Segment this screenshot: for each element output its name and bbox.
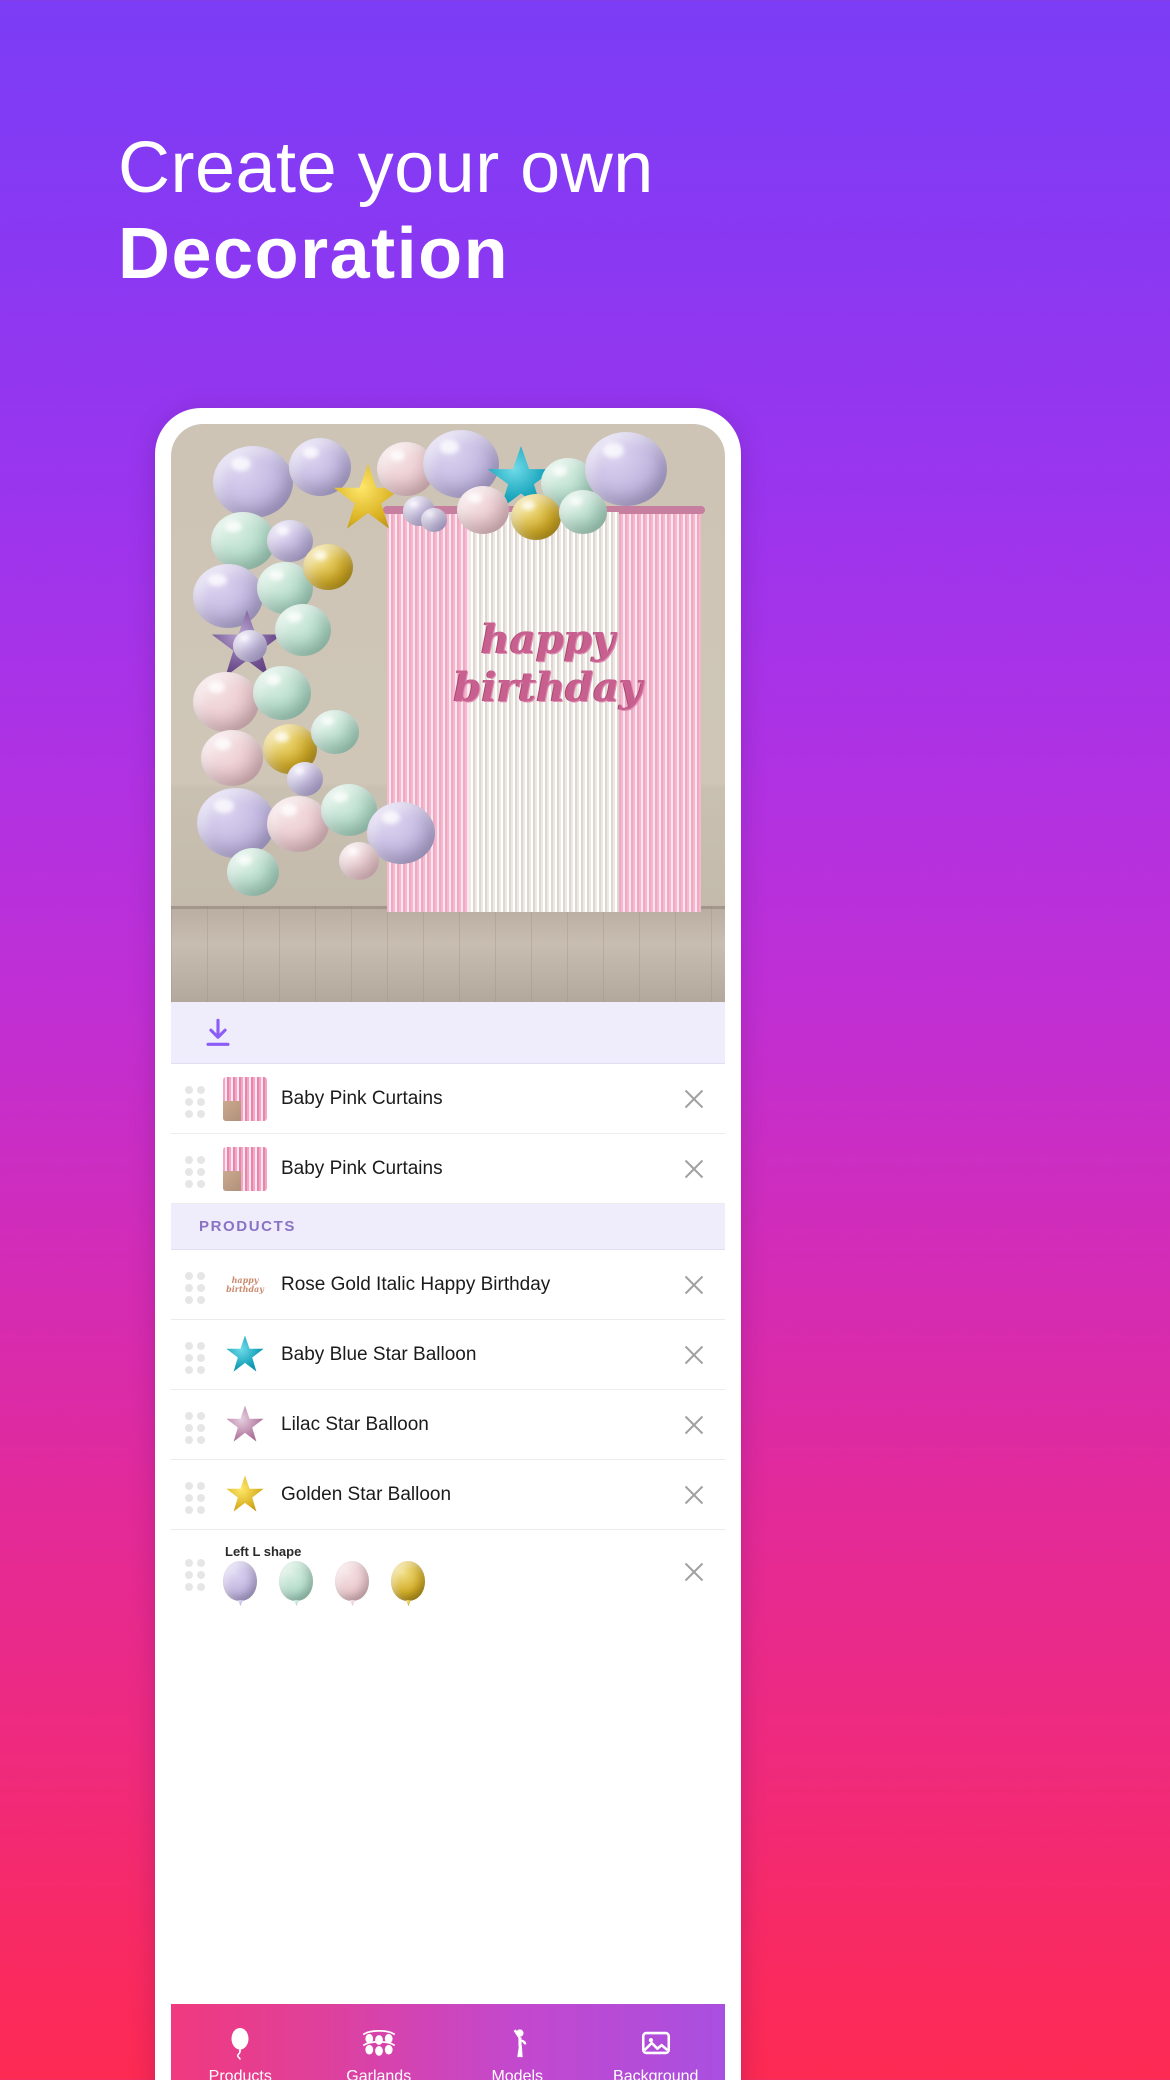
group-title: Left L shape bbox=[225, 1544, 302, 1559]
layer-thumbnail bbox=[223, 1332, 267, 1377]
promo-headline: Create your own Decoration bbox=[118, 128, 1068, 301]
balloon-lilac[interactable] bbox=[213, 446, 293, 518]
drag-handle-icon[interactable] bbox=[185, 1411, 211, 1444]
app-screen: happy birthday Baby Pink Curtains Baby P… bbox=[171, 424, 725, 2080]
tab-garlands[interactable]: Garlands bbox=[310, 2004, 449, 2080]
balloon-lilac[interactable] bbox=[197, 788, 275, 858]
garland-icon bbox=[362, 2026, 396, 2060]
download-icon[interactable] bbox=[201, 1016, 235, 1050]
close-icon[interactable] bbox=[679, 1340, 709, 1370]
balloon-pink[interactable] bbox=[267, 796, 329, 852]
drag-handle-icon[interactable] bbox=[185, 1155, 211, 1188]
balloon-gold[interactable] bbox=[303, 544, 353, 590]
list-item-label: Baby Blue Star Balloon bbox=[281, 1343, 477, 1365]
tab-background[interactable]: Background bbox=[587, 2004, 726, 2080]
close-icon[interactable] bbox=[679, 1270, 709, 1300]
balloon-gold[interactable] bbox=[511, 494, 561, 540]
balloon-pink[interactable] bbox=[339, 842, 379, 880]
balloon-mint[interactable] bbox=[211, 512, 275, 570]
person-icon bbox=[500, 2026, 534, 2060]
list-item[interactable]: Golden Star Balloon bbox=[171, 1460, 725, 1530]
layer-list[interactable]: Baby Pink Curtains Baby Pink Curtains PR… bbox=[171, 1064, 725, 2004]
list-item[interactable]: Lilac Star Balloon bbox=[171, 1390, 725, 1460]
backdrop-curtains[interactable] bbox=[383, 506, 705, 912]
balloon-pink[interactable] bbox=[457, 486, 509, 534]
balloon-pink[interactable] bbox=[193, 672, 259, 732]
drag-handle-icon[interactable] bbox=[185, 1341, 211, 1374]
close-icon[interactable] bbox=[679, 1154, 709, 1184]
swatch-pink-balloon[interactable] bbox=[335, 1561, 369, 1601]
floor bbox=[171, 906, 725, 1002]
list-item[interactable]: Baby Pink Curtains bbox=[171, 1134, 725, 1204]
layer-thumbnail: happy birthday bbox=[223, 1262, 267, 1307]
decoration-canvas[interactable]: happy birthday bbox=[171, 424, 725, 1002]
swatch-lilac-balloon[interactable] bbox=[223, 1561, 257, 1601]
backdrop-silver-panel bbox=[468, 512, 620, 912]
tab-products[interactable]: Products bbox=[171, 2004, 310, 2080]
star-lilac-icon bbox=[226, 1405, 264, 1442]
balloon-lilac[interactable] bbox=[287, 762, 323, 796]
list-item[interactable]: happy birthday Rose Gold Italic Happy Bir… bbox=[171, 1250, 725, 1320]
balloon-mint[interactable] bbox=[253, 666, 311, 720]
phone-mockup: happy birthday Baby Pink Curtains Baby P… bbox=[155, 408, 741, 2080]
balloon-lilac[interactable] bbox=[193, 564, 263, 628]
balloon-icon bbox=[223, 2026, 257, 2060]
layer-thumbnail bbox=[223, 1076, 267, 1121]
list-item-label: Baby Pink Curtains bbox=[281, 1157, 443, 1179]
close-icon[interactable] bbox=[679, 1084, 709, 1114]
image-icon bbox=[639, 2026, 673, 2060]
drag-handle-icon[interactable] bbox=[185, 1481, 211, 1514]
layer-thumbnail bbox=[223, 1146, 267, 1191]
list-item-label: Golden Star Balloon bbox=[281, 1483, 452, 1505]
list-item-label: Rose Gold Italic Happy Birthday bbox=[281, 1273, 551, 1295]
star-gold-icon bbox=[226, 1475, 264, 1512]
balloon-mint[interactable] bbox=[275, 604, 331, 656]
drag-handle-icon[interactable] bbox=[185, 1559, 211, 1591]
swatch-mint-balloon[interactable] bbox=[279, 1561, 313, 1601]
tab-label: Products bbox=[208, 2068, 272, 2080]
promo-headline-line1: Create your own bbox=[118, 128, 654, 208]
promo-headline-line2: Decoration bbox=[118, 213, 510, 294]
layer-thumbnail bbox=[223, 1472, 267, 1517]
balloon-mint[interactable] bbox=[227, 848, 279, 896]
section-header-products: PRODUCTS bbox=[171, 1204, 725, 1250]
close-icon[interactable] bbox=[679, 1480, 709, 1510]
balloon-mint[interactable] bbox=[311, 710, 359, 754]
tab-label: Models bbox=[491, 2068, 544, 2080]
layer-thumbnail bbox=[223, 1402, 267, 1447]
tab-label: Garlands bbox=[346, 2068, 412, 2080]
balloon-lilac[interactable] bbox=[289, 438, 351, 496]
drag-handle-icon[interactable] bbox=[185, 1085, 211, 1118]
balloon-lilac[interactable] bbox=[233, 630, 267, 662]
color-swatches[interactable] bbox=[223, 1561, 679, 1601]
bottom-navigation: Products Garlands Models Background bbox=[171, 2004, 725, 2080]
balloon-pink[interactable] bbox=[201, 730, 263, 786]
star-teal-icon bbox=[226, 1335, 264, 1372]
tab-models[interactable]: Models bbox=[448, 2004, 587, 2080]
list-item[interactable]: Baby Pink Curtains bbox=[171, 1064, 725, 1134]
close-icon[interactable] bbox=[679, 1410, 709, 1440]
list-item-label: Lilac Star Balloon bbox=[281, 1413, 429, 1435]
swatch-gold-balloon[interactable] bbox=[391, 1561, 425, 1601]
list-item-label: Baby Pink Curtains bbox=[281, 1087, 443, 1109]
tab-label: Background bbox=[613, 2068, 699, 2080]
balloon-mint[interactable] bbox=[559, 490, 607, 534]
balloon-lilac[interactable] bbox=[421, 508, 447, 532]
close-icon[interactable] bbox=[679, 1557, 709, 1587]
editor-toolbar bbox=[171, 1002, 725, 1064]
list-item[interactable]: Baby Blue Star Balloon bbox=[171, 1320, 725, 1390]
group-body: Left L shape bbox=[223, 1543, 679, 1601]
list-item-group[interactable]: Left L shape bbox=[171, 1530, 725, 1614]
drag-handle-icon[interactable] bbox=[185, 1271, 211, 1304]
